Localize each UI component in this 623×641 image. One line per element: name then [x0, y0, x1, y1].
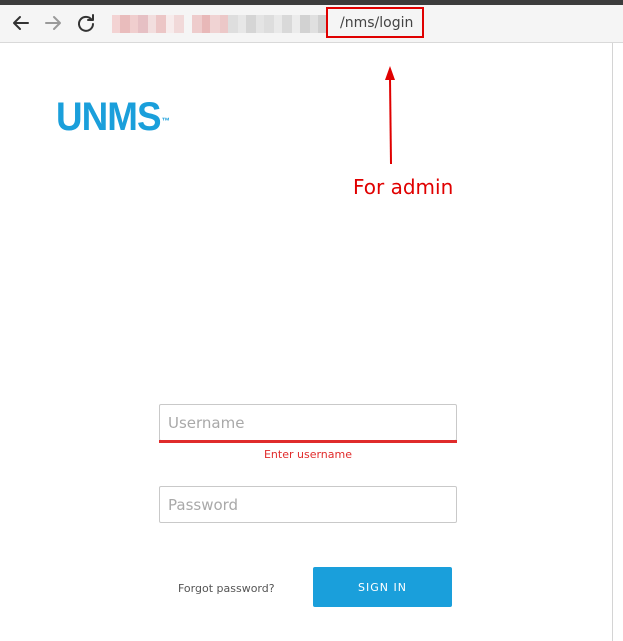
forgot-password-link[interactable]: Forgot password?: [178, 582, 275, 596]
annotation-arrow: [385, 66, 395, 165]
username-error-underline: [159, 440, 457, 443]
username-error-message: Enter username: [263, 448, 353, 461]
password-field-wrapper: [159, 486, 457, 523]
sign-in-button[interactable]: SIGN IN: [313, 567, 452, 607]
password-input[interactable]: [160, 487, 456, 522]
username-field-wrapper: [159, 404, 457, 443]
annotation-label: For admin: [353, 175, 454, 199]
username-input[interactable]: [160, 405, 456, 440]
